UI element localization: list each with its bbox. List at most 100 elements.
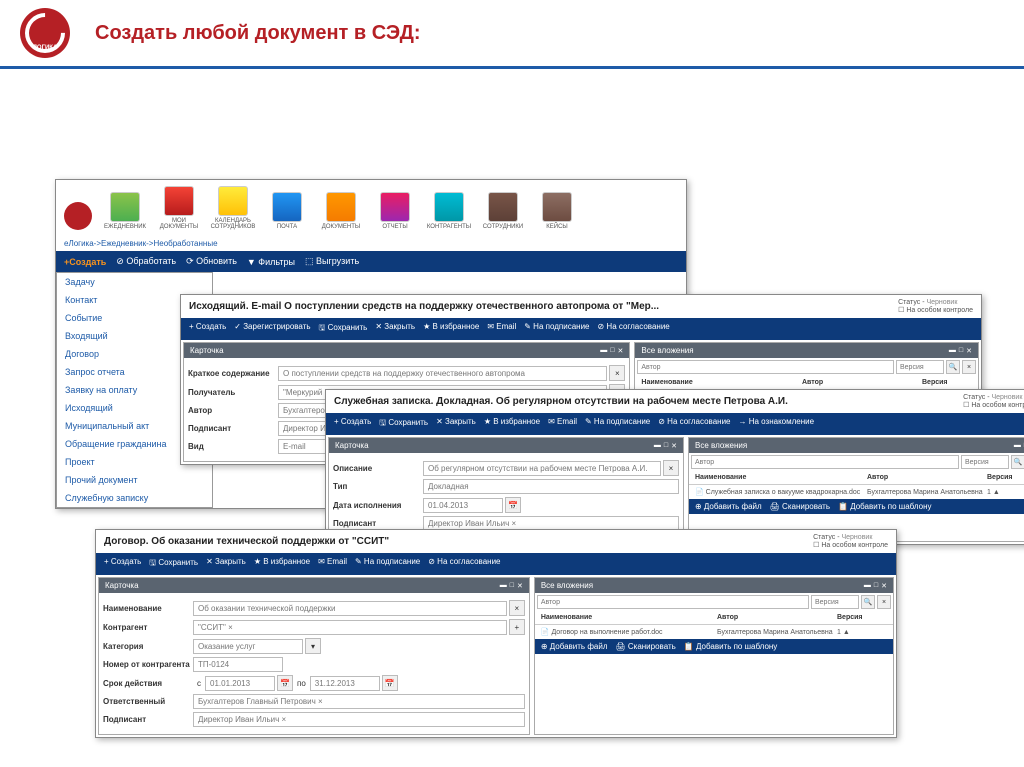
input-date-to[interactable]: 31.12.2013 [310,676,380,691]
logo-icon: ЛОГИКА [20,8,70,58]
tb-create[interactable]: + Создать [104,557,141,571]
tb-fav[interactable]: ★ В избранное [484,417,540,431]
input-name[interactable]: Об оказании технической поддержки [193,601,507,616]
app-icon-mail[interactable]: ПОЧТА [262,192,312,230]
input-category[interactable]: Оказание услуг [193,639,303,654]
tb-close[interactable]: ✕ Закрыть [436,417,476,431]
calendar-icon[interactable]: 📅 [505,497,521,513]
lbl-summary: Краткое содержание [188,369,278,378]
clear-icon[interactable]: × [609,365,625,381]
input-contractor[interactable]: "ССИТ" × [193,620,507,635]
col-name: Наименование [641,379,802,386]
tb-fav[interactable]: ★ В избранное [254,557,310,571]
panel-max-icon[interactable]: □ [610,347,614,355]
add-icon[interactable]: + [509,619,525,635]
tb-save[interactable]: 🖫 Сохранить [149,557,198,571]
lbl-signer: Подписант [188,424,278,433]
process-button[interactable]: ⊘ Обработать [116,256,176,267]
app-icon-staff[interactable]: СОТРУДНИКИ [478,192,528,230]
input-summary[interactable]: О поступлении средств на поддержку отече… [278,366,607,381]
panel-close-icon[interactable]: ✕ [966,347,972,355]
tb-save[interactable]: 🖫 Сохранить [379,417,428,431]
tb-save[interactable]: 🖫 Сохранить [319,322,368,336]
app-icon-daily[interactable]: ЕЖЕДНЕВНИК [100,192,150,230]
input-date-from[interactable]: 01.01.2013 [205,676,275,691]
attach-row[interactable]: 📄 Договор на выполнение работ.docБухгалт… [535,625,893,639]
app-icon-cases[interactable]: КЕЙСЫ [532,192,582,230]
tb-close[interactable]: ✕ Закрыть [206,557,246,571]
input-date[interactable]: 01.04.2013 [423,498,503,513]
search-author[interactable] [691,455,959,469]
dropdown-item[interactable]: Служебную записку [57,489,212,507]
scan-button[interactable]: 🖨 Сканировать [770,502,830,511]
filters-button[interactable]: ▼ Фильтры [247,257,295,267]
search-version[interactable] [811,595,859,609]
tb-sign[interactable]: ✎ На подписание [585,417,650,431]
tb-email[interactable]: ✉ Email [548,417,577,431]
tb-approve[interactable]: ⊘ На согласование [658,417,730,431]
lbl-name: Наименование [103,604,193,613]
tb-sign[interactable]: ✎ На подписание [524,322,589,336]
doc-status: Статус - Черновик☐ На особом контроле [898,299,973,314]
dropdown-item[interactable]: Прочий документ [57,471,212,489]
lbl-number: Номер от контрагента [103,660,193,669]
search-icon[interactable]: 🔍 [861,595,875,609]
app-icon-mydocs[interactable]: МОИ ДОКУМЕНТЫ [154,186,204,230]
main-toolbar: +Создать ⊘ Обработать ⟳ Обновить ▼ Фильт… [56,251,686,272]
search-icon[interactable]: 🔍 [1011,455,1024,469]
breadcrumb[interactable]: еЛогика->Ежедневник->Необработанные [56,236,686,251]
tb-approve[interactable]: ⊘ На согласование [428,557,500,571]
calendar-icon[interactable]: 📅 [277,675,293,691]
refresh-button[interactable]: ⟳ Обновить [186,256,237,267]
tb-close[interactable]: ✕ Закрыть [375,322,415,336]
input-desc[interactable]: Об регулярном отсутствии на рабочем мест… [423,461,661,476]
panel-card-title: Карточка [105,581,139,590]
search-author[interactable] [637,360,894,374]
attach-row[interactable]: 📄 Служебная записка о вакууме квадрокарн… [689,485,1024,499]
tb-create[interactable]: + Создать [189,322,226,336]
app-icon-calendar[interactable]: КАЛЕНДАРЬ СОТРУДНИКОВ [208,186,258,230]
add-template-button[interactable]: 📋 Добавить по шаблону [684,642,777,651]
lbl-contractor: Контрагент [103,623,193,632]
clear-icon[interactable]: × [509,600,525,616]
input-type[interactable]: Докладная [423,479,679,494]
scan-button[interactable]: 🖨 Сканировать [615,642,675,651]
clear-icon[interactable]: × [962,360,976,374]
tb-register[interactable]: ✓ Зарегистрировать [234,322,310,336]
dropdown-item[interactable]: Задачу [57,273,212,291]
tb-fav[interactable]: ★ В избранное [423,322,479,336]
panel-min-icon[interactable]: ▬ [600,347,607,355]
panel-close-icon[interactable]: ✕ [618,347,624,355]
tb-email[interactable]: ✉ Email [318,557,347,571]
app-icon-docs[interactable]: ДОКУМЕНТЫ [316,192,366,230]
doc-status: Статус - Черновик☐ На особом контроле [813,534,888,549]
tb-approve[interactable]: ⊘ На согласование [597,322,669,336]
tb-review[interactable]: → На ознакомление [739,417,815,431]
dropdown-icon[interactable]: ▾ [305,638,321,654]
doc-toolbar: + Создать 🖫 Сохранить ✕ Закрыть ★ В избр… [326,413,1024,435]
search-author[interactable] [537,595,809,609]
input-signer[interactable]: Директор Иван Ильич × [193,712,525,727]
add-file-button[interactable]: ⊕ Добавить файл [695,502,762,511]
clear-icon[interactable]: × [663,460,679,476]
panel-min-icon[interactable]: ▬ [949,347,956,355]
lbl-recipient: Получатель [188,388,278,397]
panel-max-icon[interactable]: □ [959,347,963,355]
search-version[interactable] [961,455,1009,469]
tb-sign[interactable]: ✎ На подписание [355,557,420,571]
app-icon-reports[interactable]: ОТЧЕТЫ [370,192,420,230]
search-version[interactable] [896,360,944,374]
clear-icon[interactable]: × [877,595,891,609]
create-button[interactable]: +Создать [64,257,106,267]
add-template-button[interactable]: 📋 Добавить по шаблону [838,502,931,511]
lbl-type: Тип [333,482,423,491]
export-button[interactable]: ⬚ Выгрузить [305,256,359,267]
search-icon[interactable]: 🔍 [946,360,960,374]
input-number[interactable]: ТП-0124 [193,657,283,672]
tb-email[interactable]: ✉ Email [487,322,516,336]
app-icon-contractors[interactable]: КОНТРАГЕНТЫ [424,192,474,230]
tb-create[interactable]: + Создать [334,417,371,431]
calendar-icon[interactable]: 📅 [382,675,398,691]
input-responsible[interactable]: Бухгалтеров Главный Петрович × [193,694,525,709]
add-file-button[interactable]: ⊕ Добавить файл [541,642,608,651]
